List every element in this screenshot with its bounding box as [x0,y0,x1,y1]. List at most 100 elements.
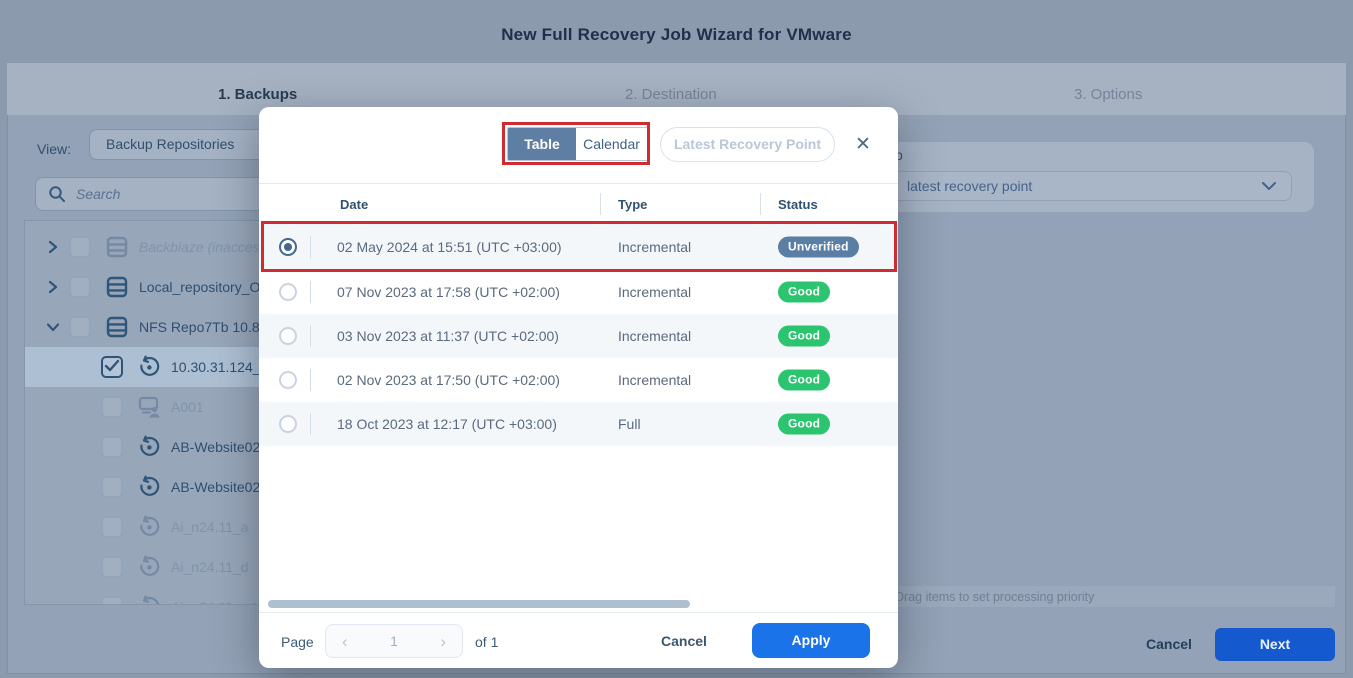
status-cell: Good [778,326,830,347]
recovery-point-date: 07 Nov 2023 at 17:58 (UTC +02:00) [337,284,560,300]
radio-button[interactable] [279,327,297,345]
chevron-down-icon [1261,181,1277,191]
view-mode-toggle: Table Calendar [507,127,648,161]
recovery-point-table: 02 May 2024 at 15:51 (UTC +03:00) Increme… [259,224,898,446]
status-cell: Unverified [778,237,859,258]
checkbox[interactable] [101,516,123,538]
checkbox[interactable] [69,236,91,258]
radio-button[interactable] [279,415,297,433]
checkbox[interactable] [101,476,123,498]
apply-button[interactable]: Apply [752,623,870,658]
tree-item-label: AB-Website02 [171,479,260,495]
recovery-point-date: 02 Nov 2023 at 17:50 (UTC +02:00) [337,372,560,388]
modal-cancel-button[interactable]: Cancel [661,633,707,649]
chevron-right-icon[interactable] [45,239,61,255]
radio-button[interactable] [279,371,297,389]
recovery-point-type: Incremental [618,328,691,344]
recovery-point-icon [137,435,161,459]
drag-priority-hint: Drag items to set processing priority [895,590,1094,604]
search-icon [48,185,66,203]
tab-backups[interactable]: 1. Backups [218,86,297,103]
tab-options[interactable]: 3. Options [1074,86,1142,103]
repository-icon [105,315,129,339]
recovery-point-icon [137,515,161,539]
recovery-point-row[interactable]: 02 May 2024 at 15:51 (UTC +03:00)Increme… [259,224,898,270]
radio-button[interactable] [279,283,297,301]
pager-of-label: of 1 [475,634,498,650]
wizard-next-button[interactable]: Next [1215,628,1335,661]
recovery-point-type: Full [618,416,641,432]
recovery-point-date: 03 Nov 2023 at 11:37 (UTC +02:00) [337,328,559,344]
checkbox[interactable] [101,556,123,578]
view-label: View: [37,141,71,157]
status-badge: Unverified [778,237,859,258]
tree-item-label: Ai_n24.11_d [171,559,249,575]
page-label: Page [281,634,314,650]
column-header-date[interactable]: Date [340,197,368,212]
divider [310,281,311,303]
recovery-point-dropdown[interactable]: latest recovery point [892,171,1292,201]
recovery-point-icon [137,555,161,579]
repository-icon [105,275,129,299]
recovery-point-type: Incremental [618,284,691,300]
pager-control: ‹ 1 › [325,624,463,658]
search-input[interactable] [76,186,226,202]
status-badge: Good [778,326,830,347]
tree-item-label: Ai_n24.11_w1 [171,599,259,605]
pager-current-page[interactable]: 1 [390,633,398,649]
radio-button[interactable] [279,238,297,256]
search-box[interactable] [35,177,290,211]
status-cell: Good [778,282,830,303]
status-cell: Good [778,414,830,435]
tree-item-label: AB-Website02 [171,439,260,455]
recovery-point-icon [137,355,161,379]
recovery-point-date: 02 May 2024 at 15:51 (UTC +03:00) [337,239,562,255]
recovery-point-row[interactable]: 18 Oct 2023 at 12:17 (UTC +03:00) Full Goo… [259,402,898,446]
status-cell: Good [778,370,830,391]
tree-item-label: A001 [171,399,204,415]
recovery-point-row[interactable]: 03 Nov 2023 at 11:37 (UTC +02:00) Increme… [259,314,898,358]
close-icon[interactable]: ✕ [853,135,873,155]
toggle-calendar-button[interactable]: Calendar [576,128,647,160]
checkbox[interactable] [101,596,123,605]
recovery-point-dropdown-value: latest recovery point [907,178,1261,194]
checkbox[interactable] [69,276,91,298]
recovery-point-icon [137,595,161,605]
checkbox[interactable] [101,436,123,458]
divider [259,612,898,613]
divider [310,413,311,435]
chevron-down-icon[interactable] [45,319,61,335]
divider [310,369,311,391]
tab-destination[interactable]: 2. Destination [625,86,717,103]
status-badge: Good [778,370,830,391]
recovery-point-type: Incremental [618,372,691,388]
checkbox[interactable] [101,356,123,378]
status-badge: Good [778,282,830,303]
tree-item-label: Ai_n24.11_a [171,519,249,535]
toggle-table-button[interactable]: Table [508,128,576,160]
recovery-point-row[interactable]: 02 Nov 2023 at 17:50 (UTC +02:00) Increme… [259,358,898,402]
pager-next-icon[interactable]: › [440,633,446,650]
recovery-point-date: 18 Oct 2023 at 12:17 (UTC +03:00) [337,416,557,432]
checkbox[interactable] [69,316,91,338]
repository-icon [105,235,129,259]
tree-item-label: Backblaze (inacces [139,239,260,255]
recovery-point-row[interactable]: 07 Nov 2023 at 17:58 (UTC +02:00) Increme… [259,270,898,314]
horizontal-scrollbar[interactable] [268,600,690,608]
column-header-type[interactable]: Type [618,197,647,212]
chevron-right-icon[interactable] [45,279,61,295]
pager-prev-icon[interactable]: ‹ [342,633,348,650]
wizard-cancel-button[interactable]: Cancel [1146,636,1192,652]
tree-item-label: Local_repository_O [139,279,260,295]
tree-item-label: 10.30.31.124_ [171,359,261,375]
checkbox[interactable] [101,396,123,418]
column-header-status[interactable]: Status [778,197,818,212]
vm-agent-icon [137,395,161,419]
status-badge: Good [778,414,830,435]
page-title: New Full Recovery Job Wizard for VMware [0,25,1353,45]
latest-recovery-point-button[interactable]: Latest Recovery Point [660,127,835,162]
wizard-page: New Full Recovery Job Wizard for VMware … [0,0,1353,678]
recovery-point-icon [137,475,161,499]
divider [259,183,898,184]
divider [760,193,761,215]
